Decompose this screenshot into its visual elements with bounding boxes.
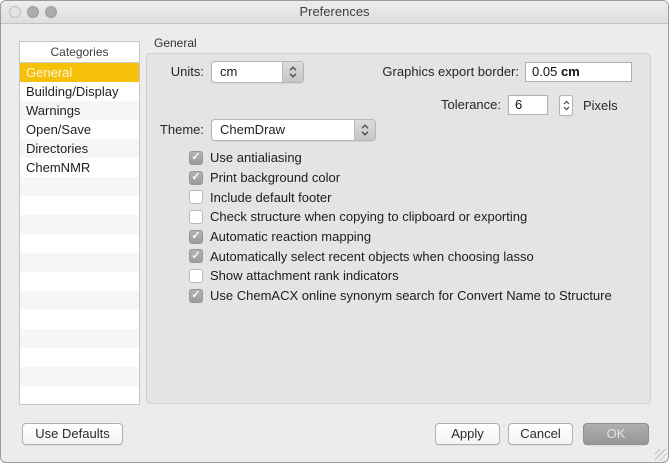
theme-label: Theme: [159, 122, 204, 137]
checkbox-label: Show attachment rank indicators [210, 268, 399, 284]
checkbox[interactable]: ✓ [189, 190, 203, 205]
checkbox-row-print-background-color[interactable]: ✓ Print background color [189, 168, 612, 188]
graphics-export-border-unit: cm [560, 64, 580, 79]
checkmark-icon: ✓ [191, 249, 201, 262]
checkbox-group: ✓ Use antialiasing ✓ Print background co… [189, 148, 612, 306]
sidebar-item-warnings[interactable]: Warnings [20, 101, 139, 120]
sidebar-item-open-save[interactable]: Open/Save [20, 120, 139, 139]
apply-button[interactable]: Apply [435, 423, 500, 445]
tolerance-value: 6 [515, 97, 523, 112]
checkbox-row-chemacx-synonym-search[interactable]: ✓ Use ChemACX online synonym search for … [189, 286, 612, 306]
checkbox[interactable]: ✓ [189, 150, 203, 165]
graphics-export-border-label: Graphics export border: [382, 64, 519, 79]
checkmark-icon: ✓ [191, 289, 201, 302]
cancel-button[interactable]: Cancel [508, 423, 573, 445]
tolerance-units-label: Pixels [583, 98, 618, 113]
units-label: Units: [170, 64, 204, 79]
checkbox-label: Use ChemACX online synonym search for Co… [210, 288, 612, 304]
categories-header: Categories [20, 42, 139, 63]
graphics-export-border-input[interactable]: 0.05 cm [525, 62, 632, 82]
checkbox-label: Check structure when copying to clipboar… [210, 209, 528, 225]
theme-dropdown[interactable]: ChemDraw [211, 119, 376, 141]
tolerance-input[interactable]: 6 [508, 95, 548, 115]
checkbox-label: Automatically select recent objects when… [210, 248, 534, 264]
graphics-export-border-value: 0.05 [532, 64, 558, 79]
checkbox-label: Use antialiasing [210, 150, 302, 166]
checkbox[interactable]: ✓ [189, 249, 203, 264]
checkbox-row-auto-select-recent-objects[interactable]: ✓ Automatically select recent objects wh… [189, 246, 612, 266]
sidebar-item-building-display[interactable]: Building/Display [20, 82, 139, 101]
checkbox-row-show-attachment-rank[interactable]: ✓ Show attachment rank indicators [189, 266, 612, 286]
tolerance-label: Tolerance: [441, 97, 501, 112]
resize-grip[interactable] [655, 449, 667, 461]
updown-chevrons-icon [282, 62, 303, 82]
sidebar-item-chemnmr[interactable]: ChemNMR [20, 158, 139, 177]
theme-value: ChemDraw [220, 122, 286, 137]
checkbox-row-include-default-footer[interactable]: ✓ Include default footer [189, 187, 612, 207]
categories-sidebar: Categories General Building/Display Warn… [19, 41, 140, 405]
checkbox-row-check-structure[interactable]: ✓ Check structure when copying to clipbo… [189, 207, 612, 227]
ok-button[interactable]: OK [583, 423, 649, 445]
group-label: General [154, 36, 197, 50]
checkmark-icon: ✓ [191, 230, 201, 243]
units-dropdown[interactable]: cm [211, 61, 304, 83]
checkmark-icon: ✓ [191, 151, 201, 164]
titlebar: Preferences [1, 1, 668, 24]
checkbox[interactable]: ✓ [189, 229, 203, 244]
use-defaults-button[interactable]: Use Defaults [22, 423, 123, 445]
checkbox[interactable]: ✓ [189, 170, 203, 185]
updown-chevrons-icon [354, 120, 375, 140]
checkbox[interactable]: ✓ [189, 268, 203, 283]
categories-list: General Building/Display Warnings Open/S… [20, 63, 139, 404]
units-value: cm [220, 64, 238, 79]
preferences-window: Preferences Categories General Building/… [0, 0, 669, 463]
sidebar-item-general[interactable]: General [20, 63, 139, 82]
window-title: Preferences [299, 4, 370, 19]
checkbox-label: Include default footer [210, 189, 332, 205]
checkbox[interactable]: ✓ [189, 209, 203, 224]
checkbox-label: Print background color [210, 170, 341, 186]
sidebar-item-directories[interactable]: Directories [20, 139, 139, 158]
checkbox-row-use-antialiasing[interactable]: ✓ Use antialiasing [189, 148, 612, 168]
checkbox[interactable]: ✓ [189, 288, 203, 303]
stepper-chevrons-icon [563, 100, 569, 111]
checkmark-icon: ✓ [191, 171, 201, 184]
tolerance-stepper[interactable] [559, 95, 573, 116]
checkbox-row-automatic-reaction-mapping[interactable]: ✓ Automatic reaction mapping [189, 227, 612, 247]
checkbox-label: Automatic reaction mapping [210, 229, 372, 245]
